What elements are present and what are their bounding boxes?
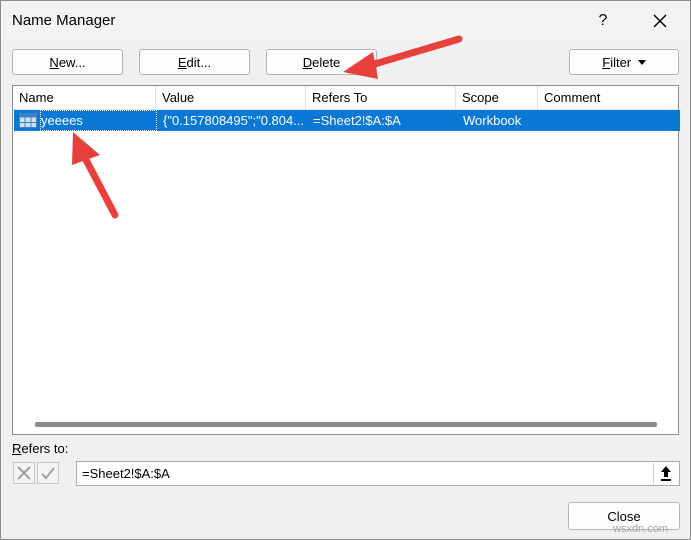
annotation-arrow-row [72, 132, 119, 219]
